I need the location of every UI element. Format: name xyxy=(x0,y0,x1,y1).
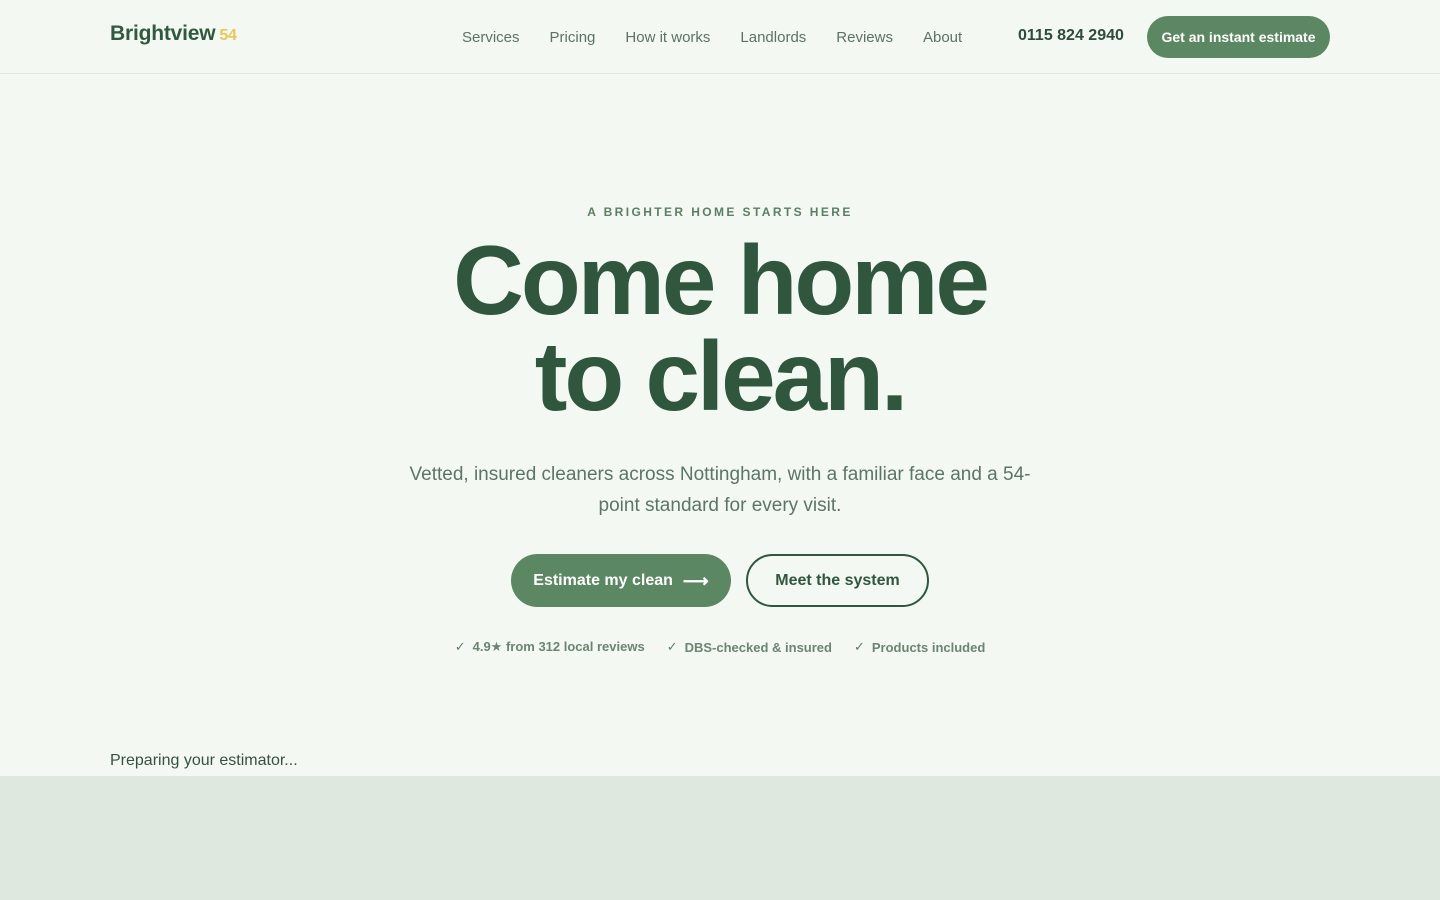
check-icon: ✓ xyxy=(666,639,678,654)
estimate-my-clean-button[interactable]: Estimate my clean ⟶ xyxy=(511,554,731,607)
nav-link-how-it-works[interactable]: How it works xyxy=(625,29,710,46)
estimate-button-label: Estimate my clean xyxy=(533,571,673,589)
nav-link-services[interactable]: Services xyxy=(462,29,520,46)
nav-link-landlords[interactable]: Landlords xyxy=(740,29,806,46)
brand-number: 54 xyxy=(219,27,237,44)
trust-item-label: Products included xyxy=(871,639,986,655)
brand-name: Brightview xyxy=(110,22,216,45)
meet-the-system-button[interactable]: Meet the system xyxy=(746,554,929,607)
trust-badges: ✓ 4.9★ from 312 local reviews ✓ DBS-chec… xyxy=(0,639,1440,655)
trust-item-products: ✓ Products included xyxy=(854,639,985,655)
site-header: Brightview 54 Services Pricing How it wor… xyxy=(0,0,1440,74)
brand-logo[interactable]: Brightview 54 xyxy=(110,22,237,46)
hero-eyebrow: A BRIGHTER HOME STARTS HERE xyxy=(587,205,853,219)
nav-link-about[interactable]: About xyxy=(923,29,962,46)
estimator-loading-status: Preparing your estimator... xyxy=(110,752,298,769)
nav-link-reviews[interactable]: Reviews xyxy=(836,29,893,46)
headline-line-1: Come home xyxy=(453,225,990,335)
trust-item-insured: ✓ DBS-checked & insured xyxy=(667,639,832,655)
trust-item-label: DBS-checked & insured xyxy=(684,639,832,655)
check-icon: ✓ xyxy=(853,639,865,654)
main-nav: Services Pricing How it works Landlords … xyxy=(462,0,992,74)
hero-headline: Come home to clean. xyxy=(0,231,1440,425)
instant-estimate-button[interactable]: Get an instant estimate xyxy=(1147,16,1330,58)
trust-item-label: 4.9★ from 312 local reviews xyxy=(472,639,645,654)
arrow-right-icon: ⟶ xyxy=(682,570,709,591)
hero-subtext: Vetted, insured cleaners across Nottingh… xyxy=(409,464,1031,516)
phone-number-link[interactable]: 0115 824 2940 xyxy=(1018,27,1124,45)
nav-link-pricing[interactable]: Pricing xyxy=(550,29,596,46)
headline-line-2: to clean. xyxy=(534,321,909,431)
check-icon: ✓ xyxy=(454,639,466,654)
estimator-panel xyxy=(0,776,1440,900)
trust-item-reviews: ✓ 4.9★ from 312 local reviews xyxy=(455,639,645,655)
